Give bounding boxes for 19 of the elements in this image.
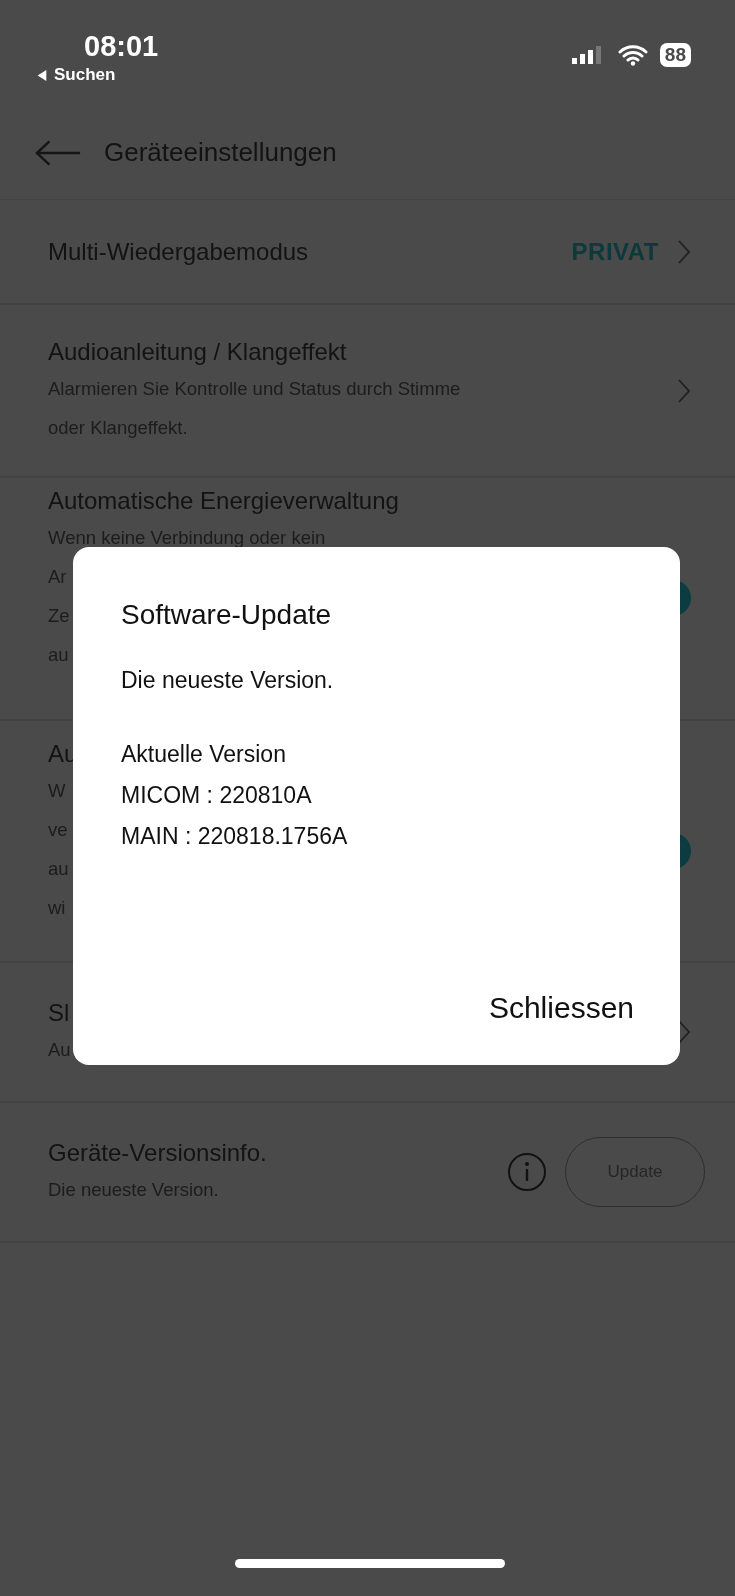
wifi-icon	[617, 44, 648, 66]
dialog-title: Software-Update	[121, 599, 333, 631]
back-triangle-icon[interactable]	[36, 68, 48, 82]
info-icon[interactable]	[507, 1152, 547, 1192]
status-time: 08:01	[84, 30, 159, 63]
version-detail: MICOM : 220810A	[121, 781, 313, 810]
page-title: Geräteeinstellungen	[104, 137, 337, 168]
version-detail: MAIN : 220818.1756A	[121, 822, 349, 851]
setting-title: Automatische Energieverwaltung	[48, 486, 399, 516]
setting-title: Multi-Wiedergabemodus	[48, 236, 309, 267]
close-button[interactable]: Schliessen	[488, 991, 634, 1025]
setting-title: Geräte-Versionsinfo.	[48, 1137, 267, 1168]
version-detail: Aktuelle Version	[121, 740, 287, 769]
back-app-link[interactable]: Suchen	[54, 65, 116, 85]
setting-title: Audioanleitung / Klangeffekt	[48, 336, 347, 367]
dialog-message: Die neueste Version.	[121, 667, 335, 694]
setting-title: Sl	[48, 997, 70, 1028]
chevron-right-icon[interactable]	[677, 1019, 691, 1045]
battery-indicator: 88	[659, 43, 691, 67]
